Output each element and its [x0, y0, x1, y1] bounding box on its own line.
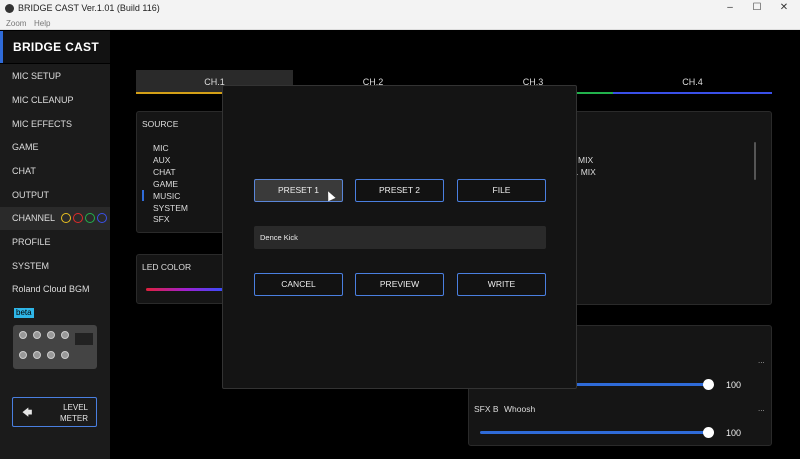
mix-label-2: . MIX: [576, 167, 596, 177]
sidebar-item-roland-cloud-bgm[interactable]: Roland Cloud BGM beta: [0, 278, 110, 318]
device-knob-icon: [33, 331, 41, 339]
name-input[interactable]: Dence Kick: [254, 226, 546, 249]
sidebar-item-mic-setup[interactable]: MIC SETUP: [0, 65, 110, 88]
device-knob-icon: [33, 351, 41, 359]
preview-button[interactable]: PREVIEW: [355, 273, 444, 296]
sfx-b-label: SFX B: [474, 404, 499, 414]
sidebar-item-mic-cleanup[interactable]: MIC CLEANUP: [0, 89, 110, 112]
source-item-chat[interactable]: CHAT: [153, 167, 176, 177]
led-color-title: LED COLOR: [142, 262, 192, 272]
close-button[interactable]: ✕: [776, 1, 792, 15]
sfx-a-value: 100: [726, 380, 742, 390]
source-item-sfx[interactable]: SFX: [153, 214, 170, 224]
write-button[interactable]: WRITE: [457, 273, 546, 296]
sfx-b-slider-thumb[interactable]: [703, 427, 714, 438]
sidebar-item-chat[interactable]: CHAT: [0, 160, 110, 183]
window-title: BRIDGE CAST Ver.1.01 (Build 116): [18, 3, 160, 13]
source-item-aux[interactable]: AUX: [153, 155, 170, 165]
sfx-b-name: Whoosh: [504, 404, 536, 414]
scrollbar[interactable]: [754, 142, 756, 180]
source-item-system[interactable]: SYSTEM: [153, 203, 188, 213]
cancel-button[interactable]: CANCEL: [254, 273, 343, 296]
device-knob-icon: [19, 331, 27, 339]
sidebar-item-output[interactable]: OUTPUT: [0, 184, 110, 207]
sfx-b-value: 100: [726, 428, 742, 438]
source-item-music[interactable]: MUSIC: [153, 191, 180, 201]
sfx-b-slider[interactable]: [480, 431, 709, 434]
app-icon: [5, 4, 14, 13]
menu-bar: Zoom Help: [0, 17, 800, 30]
mix-label-1: MIX: [578, 155, 594, 165]
brand-title: BRIDGE CAST: [13, 40, 99, 54]
channel-3-dot-icon: [85, 213, 96, 223]
level-meter-label-1: LEVEL: [63, 403, 88, 412]
sidebar-item-label: CHANNEL: [12, 213, 55, 223]
level-meter-button[interactable]: 🡄 LEVEL METER: [12, 397, 97, 427]
file-button[interactable]: FILE: [457, 179, 546, 202]
beta-badge: beta: [14, 308, 34, 318]
title-bar: BRIDGE CAST Ver.1.01 (Build 116) – ☐ ✕: [0, 0, 800, 17]
device-knob-icon: [19, 351, 27, 359]
minimize-button[interactable]: –: [722, 1, 738, 15]
brand-header: BRIDGE CAST: [0, 31, 110, 63]
channel-1-dot-icon: [61, 213, 72, 223]
device-knob-icon: [47, 331, 55, 339]
tab-ch4[interactable]: CH.4: [613, 70, 772, 94]
device-knob-icon: [47, 351, 55, 359]
channel-2-dot-icon: [73, 213, 84, 223]
output-panel: [568, 111, 772, 305]
sidebar-item-system[interactable]: SYSTEM: [0, 255, 110, 278]
device-knob-icon: [61, 351, 69, 359]
sfx-a-menu-icon[interactable]: ...: [758, 356, 765, 365]
source-panel: [136, 111, 231, 233]
sidebar-item-mic-effects[interactable]: MIC EFFECTS: [0, 113, 110, 136]
source-title: SOURCE: [142, 119, 179, 129]
maximize-button[interactable]: ☐: [749, 1, 765, 15]
preset-2-button[interactable]: PRESET 2: [355, 179, 444, 202]
sidebar-item-game[interactable]: GAME: [0, 136, 110, 159]
source-selected-marker: [142, 190, 144, 201]
tab-indicator: [613, 92, 772, 94]
menu-zoom[interactable]: Zoom: [6, 19, 26, 28]
sidebar-item-label: Roland Cloud BGM: [12, 284, 90, 294]
sfx-b-menu-icon[interactable]: ...: [758, 404, 765, 413]
channel-4-dot-icon: [97, 213, 108, 223]
level-meter-label-2: METER: [60, 414, 88, 423]
sfx-a-slider-thumb[interactable]: [703, 379, 714, 390]
source-item-mic[interactable]: MIC: [153, 143, 169, 153]
sidebar-item-channel[interactable]: CHANNEL: [0, 207, 110, 230]
sidebar-item-profile[interactable]: PROFILE: [0, 231, 110, 254]
device-knob-icon: [61, 331, 69, 339]
device-image: [13, 325, 97, 369]
menu-help[interactable]: Help: [34, 19, 50, 28]
source-item-game[interactable]: GAME: [153, 179, 178, 189]
device-screen: [75, 333, 93, 345]
arrow-left-icon: 🡄: [22, 408, 33, 419]
led-color-slider[interactable]: [146, 288, 226, 291]
tab-label: CH.4: [682, 77, 703, 87]
